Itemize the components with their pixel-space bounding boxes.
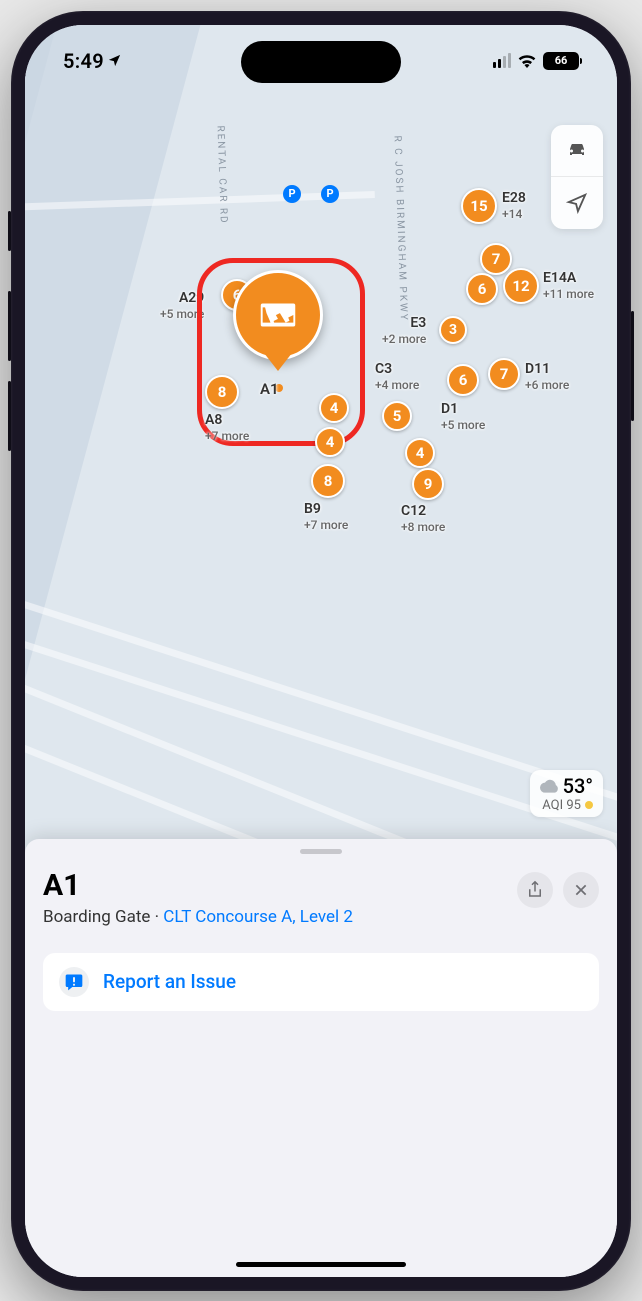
gate-cluster[interactable]: 7 <box>488 358 520 390</box>
report-bubble-icon <box>59 967 89 997</box>
aqi: AQI 95 <box>540 798 593 813</box>
report-issue-button[interactable]: Report an Issue <box>43 953 599 1011</box>
street-label: RENTAL CAR RD <box>215 125 229 225</box>
share-button[interactable] <box>517 872 553 908</box>
gate-cluster[interactable]: 12 <box>503 268 539 304</box>
place-header: A1 Boarding Gate · CLT Concourse A, Leve… <box>43 868 599 927</box>
place-title: A1 <box>43 868 353 903</box>
parking-icon[interactable]: P <box>283 185 301 203</box>
screen: 5:49 66 <box>25 25 617 1277</box>
street-label: R C JOSH BIRMINGHAM PKWY <box>392 135 410 322</box>
gate-cluster[interactable]: 8 <box>205 375 239 409</box>
place-category: Boarding Gate <box>43 907 150 927</box>
gate-label: B9+7 more <box>304 501 348 533</box>
place-location-link[interactable]: CLT Concourse A, Level 2 <box>163 907 353 927</box>
selected-gate-pin[interactable] <box>233 270 323 360</box>
clock-text: 5:49 <box>63 49 104 73</box>
aqi-value: AQI 95 <box>542 798 581 813</box>
close-button[interactable] <box>563 872 599 908</box>
gate-cluster[interactable]: 4 <box>315 427 345 457</box>
header-actions <box>517 872 599 908</box>
gate-label: A29+5 more <box>160 290 204 322</box>
gate-cluster[interactable]: 9 <box>412 468 444 500</box>
place-subtitle: Boarding Gate · CLT Concourse A, Level 2 <box>43 907 353 927</box>
gate-cluster[interactable]: 3 <box>439 316 467 344</box>
battery-icon: 66 <box>543 52 579 70</box>
gate-cluster[interactable]: 4 <box>319 393 349 423</box>
home-indicator[interactable] <box>236 1262 406 1267</box>
gate-label: E3+2 more <box>382 315 426 347</box>
cloud-icon <box>540 774 560 798</box>
battery-level: 66 <box>555 54 568 67</box>
gate-cluster[interactable]: 6 <box>466 273 498 305</box>
dynamic-island <box>241 41 401 83</box>
gate-label: D1+5 more <box>441 401 485 433</box>
gate-label: C12+8 more <box>401 503 445 535</box>
gate-cluster[interactable]: 8 <box>311 464 345 498</box>
gate-cluster[interactable]: 15 <box>461 188 497 224</box>
temp-value: 53° <box>563 774 593 798</box>
gate-cluster[interactable]: 6 <box>447 364 479 396</box>
gate-cluster[interactable]: 5 <box>382 401 412 431</box>
selected-gate-label: A1 <box>260 381 279 398</box>
cellular-signal-icon <box>493 53 512 68</box>
gate-label: D11+6 more <box>525 361 569 393</box>
phone-frame: 5:49 66 <box>11 11 631 1291</box>
map-controls <box>551 125 603 229</box>
gate-label: C3+4 more <box>375 361 419 393</box>
gate-label: A8+7 more <box>205 412 249 444</box>
gate-label: E28+14 <box>502 190 526 222</box>
sheet-grabber[interactable] <box>300 849 342 854</box>
locate-me-button[interactable] <box>551 177 603 229</box>
temperature: 53° <box>540 774 593 798</box>
weather-widget[interactable]: 53° AQI 95 <box>530 770 603 817</box>
report-issue-label: Report an Issue <box>103 970 236 993</box>
status-time: 5:49 <box>63 49 122 73</box>
gate-cluster[interactable]: 4 <box>405 438 435 468</box>
parking-icon[interactable]: P <box>321 185 339 203</box>
gate-label: E14A+11 more <box>543 270 594 302</box>
transport-mode-button[interactable] <box>551 125 603 177</box>
status-right: 66 <box>493 52 580 70</box>
location-arrow-icon <box>107 49 122 73</box>
wifi-icon <box>517 53 537 68</box>
aqi-indicator-icon <box>585 801 593 809</box>
place-card[interactable]: A1 Boarding Gate · CLT Concourse A, Leve… <box>25 839 617 1277</box>
gate-cluster[interactable]: 7 <box>480 243 512 275</box>
